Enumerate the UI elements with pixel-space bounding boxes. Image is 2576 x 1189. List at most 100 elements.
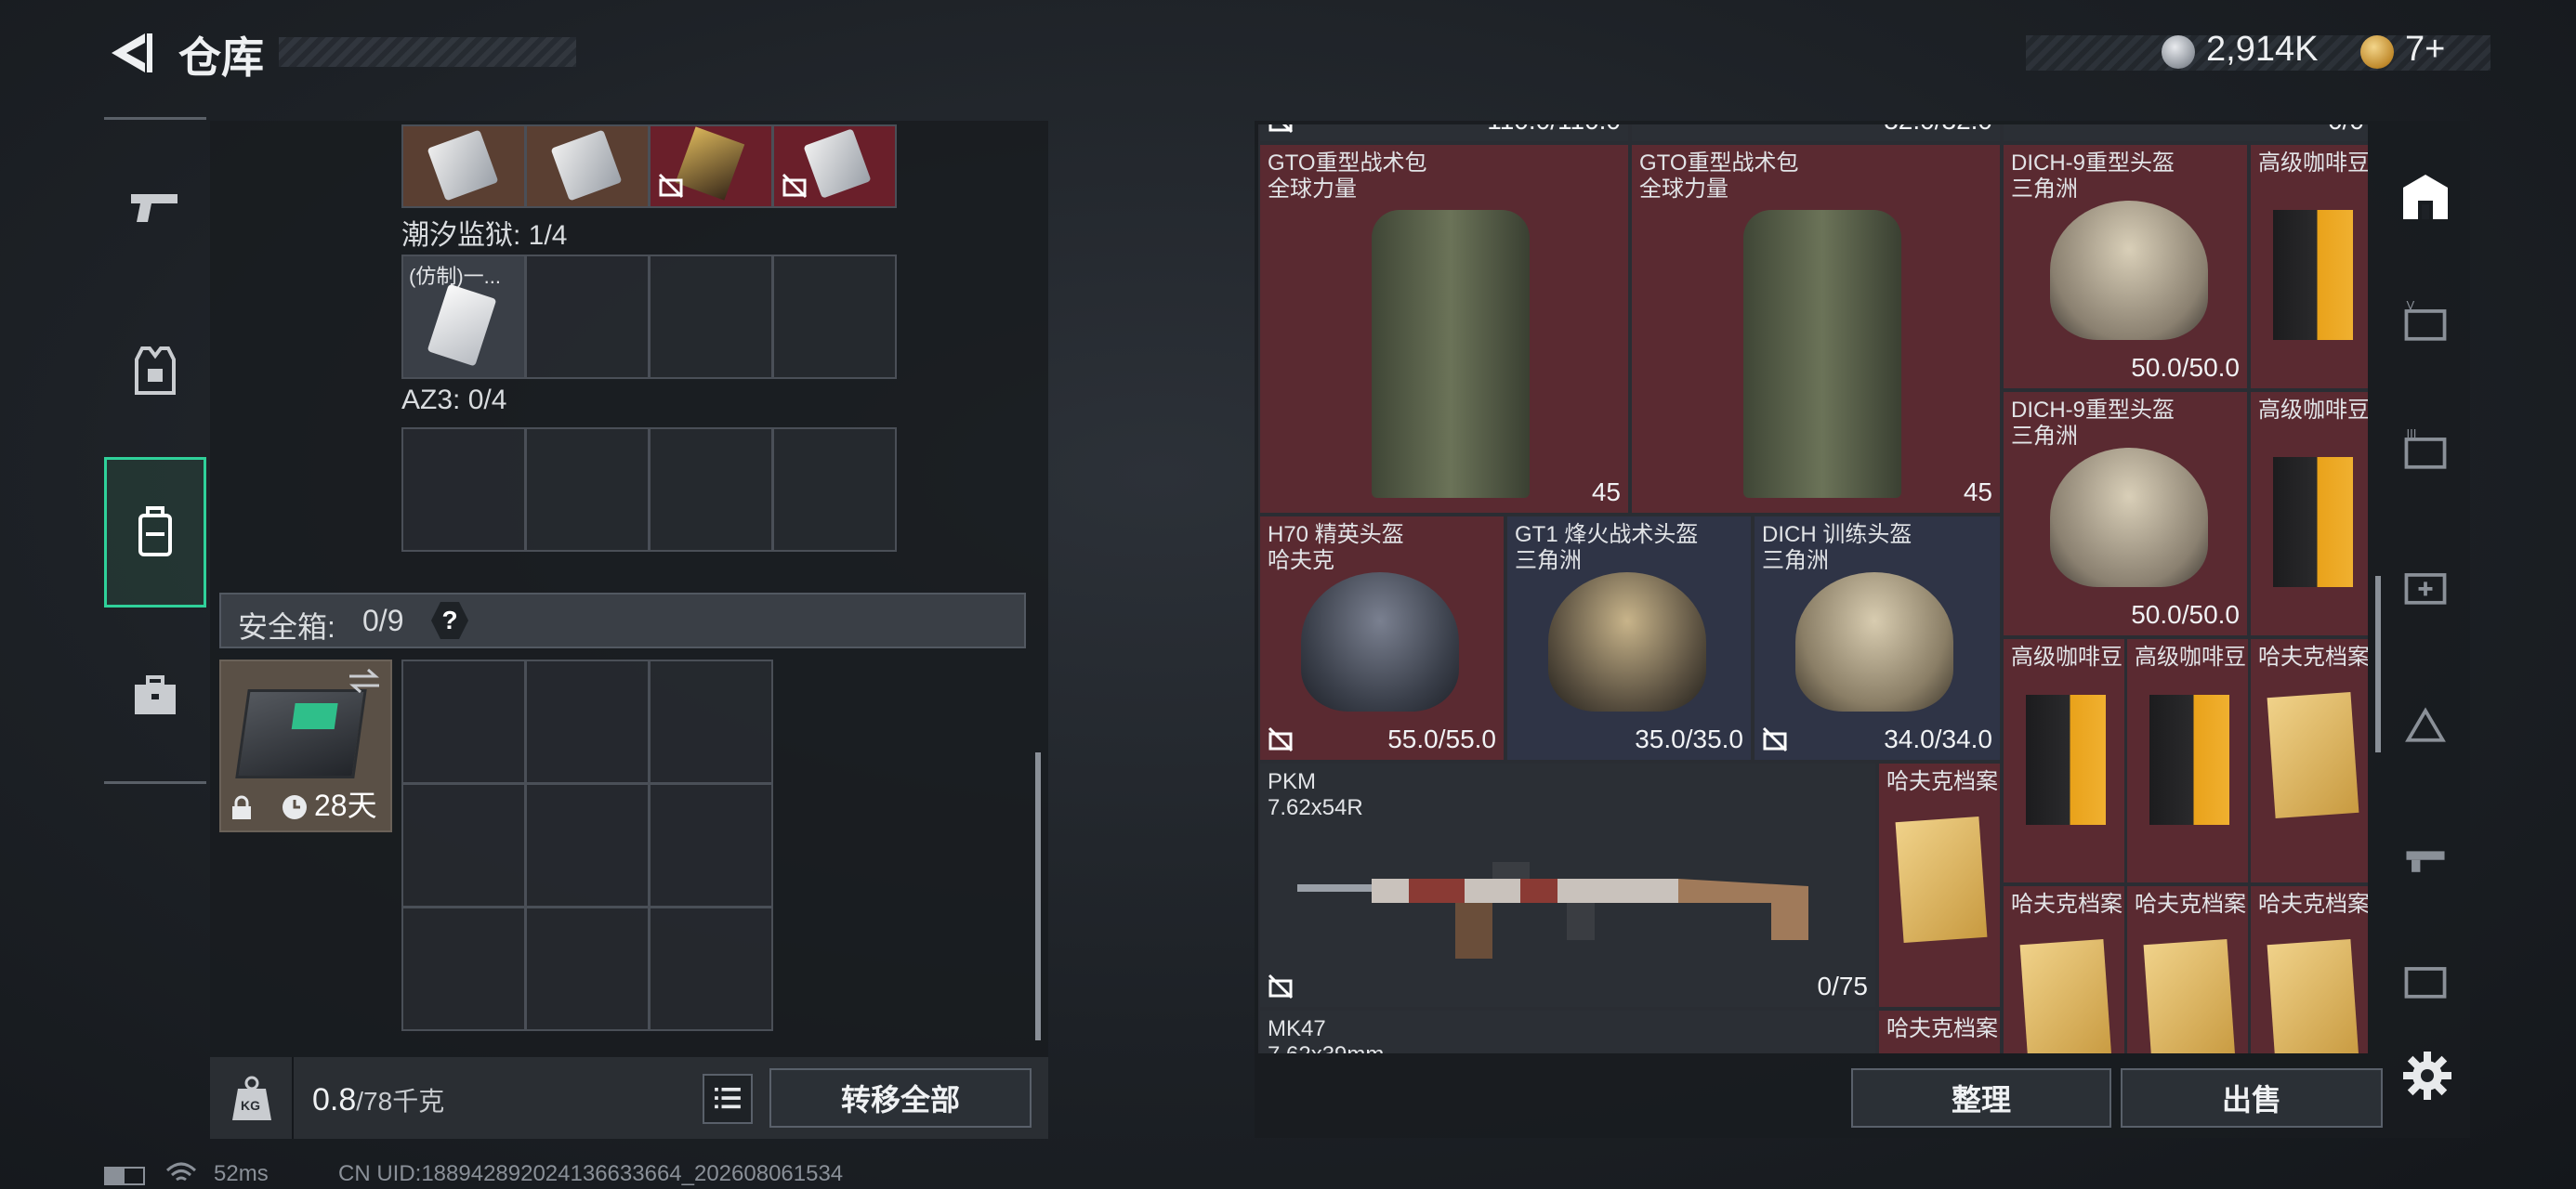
stash-item-helmet[interactable]: H70 精英头盔 哈夫克 55.0/55.0 [1258, 515, 1505, 762]
nav-armor[interactable] [104, 320, 206, 422]
rig-slot[interactable] [401, 427, 526, 552]
safe-slot[interactable] [525, 660, 650, 784]
coffee-bag-image [2273, 457, 2353, 587]
stash-item-coffee[interactable]: 高级咖啡豆 [2249, 143, 2368, 390]
stash-item-file[interactable]: 哈夫克档案 [1877, 762, 2002, 1009]
weight-divider [292, 1057, 294, 1139]
safe-box-count: 0/9 [362, 604, 404, 637]
currency-gold-amount[interactable]: 7+ [2405, 30, 2445, 70]
stash-item-file[interactable]: 哈夫克档案 [1877, 1009, 2002, 1053]
list-view-button[interactable] [703, 1074, 753, 1124]
stash-item-backpack[interactable]: GTO重型战术包 全球力量 45 [1630, 143, 2002, 515]
durability-value: 55.0/55.0 [1387, 725, 1496, 753]
left-scrollbar[interactable] [1035, 752, 1041, 1040]
svg-text:III: III [2406, 426, 2416, 440]
uid-text: CN UID:188942892024136633664_20260806153… [338, 1161, 844, 1186]
stash-item[interactable]: 0/0 [2002, 124, 2368, 143]
safe-slot[interactable] [401, 660, 526, 784]
rig-grid [401, 427, 897, 552]
pistol-icon [131, 194, 177, 222]
rig-slot[interactable] [772, 255, 897, 379]
stash-item-helmet[interactable]: DICH-9重型头盔 三角洲 50.0/50.0 [2002, 390, 2249, 637]
safe-box-item[interactable]: 28天 [219, 660, 392, 832]
back-arrow-icon[interactable] [104, 28, 154, 78]
safe-slot[interactable] [525, 783, 650, 908]
helmet-image [2050, 448, 2208, 587]
durability-value: 50.0/50.0 [2131, 600, 2240, 629]
stash-item-file[interactable]: 哈夫克档案 [2249, 637, 2368, 884]
rig-top-row [401, 124, 897, 208]
stash-item-coffee[interactable]: 高级咖啡豆 [2125, 637, 2250, 884]
stash-item-backpack[interactable]: GTO重型战术包 全球力量 45 [1258, 143, 1630, 515]
clock-icon [283, 795, 307, 819]
backpack-image [1743, 210, 1901, 498]
rig-slot[interactable] [525, 124, 650, 208]
nav-case[interactable] [104, 645, 206, 747]
stash-item-coffee[interactable]: 高级咖啡豆 [2002, 637, 2126, 884]
sort-button[interactable]: 整理 [1851, 1068, 2111, 1128]
stash-item-file[interactable]: 哈夫克档案 [2249, 884, 2368, 1053]
safe-slot[interactable] [401, 907, 526, 1031]
capacity-value: 45 [1963, 477, 1992, 506]
category-v-icon[interactable]: V [2386, 284, 2464, 362]
weight-current: 0.8 [312, 1082, 357, 1117]
briefcase-icon [135, 675, 176, 714]
stash-item-file[interactable]: 哈夫克档案 [2002, 884, 2126, 1053]
rig-slot[interactable] [649, 427, 773, 552]
rig-slot[interactable] [525, 255, 650, 379]
safe-box-grid [401, 660, 773, 1031]
sell-button[interactable]: 出售 [2121, 1068, 2383, 1128]
wifi-icon [165, 1162, 197, 1182]
coffee-bag-image [2149, 695, 2229, 825]
gear-icon[interactable] [2399, 1048, 2455, 1104]
category-all-icon[interactable] [2386, 158, 2464, 236]
helmet-image [1301, 572, 1459, 712]
rig-slot[interactable] [525, 427, 650, 552]
safe-slot[interactable] [649, 783, 773, 908]
safe-slot[interactable] [401, 783, 526, 908]
category-iii-icon[interactable]: III [2386, 412, 2464, 490]
svg-text:V: V [2406, 298, 2414, 312]
rig-slot[interactable] [401, 124, 526, 208]
safe-slot[interactable] [649, 660, 773, 784]
page-title: 仓库 [178, 33, 264, 82]
nav-backpack[interactable] [104, 457, 206, 608]
rig-section-label: AZ3: 0/4 [401, 385, 507, 415]
no-lock-icon [1268, 726, 1294, 752]
nav-weapons[interactable] [104, 156, 206, 258]
helmet-image [2050, 201, 2208, 340]
stash-item-weapon[interactable]: MK477.62x39mm [1258, 1009, 1877, 1053]
category-weapon-icon[interactable] [2386, 817, 2464, 895]
weight-readout: 0.8/78千克 [312, 1081, 444, 1118]
stash-item-coffee[interactable]: 高级咖啡豆 [2249, 390, 2368, 637]
help-icon[interactable]: ? [431, 602, 468, 639]
stash-item[interactable]: 32.0/32.0 [1630, 124, 2002, 143]
safe-slot[interactable] [649, 907, 773, 1031]
stash-item-file[interactable]: 哈夫克档案 [2125, 884, 2250, 1053]
stash-item-helmet[interactable]: GT1 烽火战术头盔 三角洲 35.0/35.0 [1505, 515, 1753, 762]
rig-section-label: 潮汐监狱: 1/4 [401, 220, 568, 251]
durability-value: 35.0/35.0 [1635, 725, 1743, 753]
rig-slot[interactable] [649, 255, 773, 379]
rig-slot[interactable] [649, 124, 773, 208]
stash-item-helmet[interactable]: DICH 训练头盔 三角洲 34.0/34.0 [1753, 515, 2002, 762]
stash-item-helmet[interactable]: DICH-9重型头盔 三角洲 50.0/50.0 [2002, 143, 2249, 390]
category-ii-icon[interactable] [2386, 548, 2464, 626]
swap-icon[interactable] [346, 667, 383, 695]
transfer-all-button[interactable]: 转移全部 [769, 1068, 1032, 1128]
rifle-image [1297, 862, 1808, 959]
category-iii-b-icon[interactable] [2386, 686, 2464, 764]
stash-item[interactable]: 110.0/110.0 [1258, 124, 1630, 143]
rig-slot[interactable]: (仿制)一... [401, 255, 526, 379]
stash-item-weapon[interactable]: PKM 7.62x54R 0/75 [1258, 762, 1877, 1009]
durability-value: 50.0/50.0 [2131, 353, 2240, 382]
rig-slot[interactable] [772, 124, 897, 208]
safe-slot[interactable] [525, 907, 650, 1031]
safe-box-header: 安全箱: 0/9 ? [219, 593, 1026, 648]
category-iv-icon[interactable] [2386, 942, 2464, 1020]
silver-coin-icon [2162, 35, 2195, 69]
helmet-image [1548, 572, 1706, 712]
right-scrollbar[interactable] [2375, 576, 2381, 752]
battery-icon [104, 1167, 145, 1185]
rig-slot[interactable] [772, 427, 897, 552]
